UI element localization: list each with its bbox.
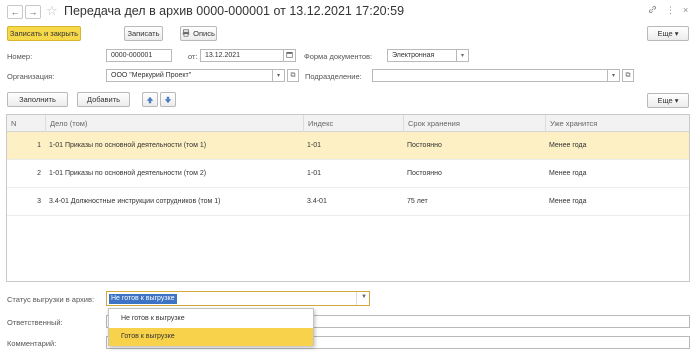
organization-label: Организация: (7, 72, 55, 81)
arrow-up-icon (146, 96, 154, 103)
row-term: 75 лет (407, 198, 428, 205)
row-index: 1-01 (307, 142, 322, 149)
row-case: 1-01 Приказы по основной деятельности (т… (49, 142, 207, 149)
comment-label: Комментарий: (7, 339, 57, 348)
window-title: Передача дел в архив 0000-000001 от 13.1… (64, 4, 405, 18)
date-label: от: (188, 52, 198, 61)
forward-button[interactable]: → (25, 5, 41, 19)
more-menu-icon[interactable]: ⋮ (666, 5, 675, 16)
row-index: 1-01 (307, 170, 322, 177)
link-icon[interactable] (648, 5, 657, 16)
chevron-down-icon: ▾ (611, 73, 615, 79)
row-number: 1 (37, 142, 41, 149)
back-button[interactable]: ← (7, 5, 23, 19)
cases-table: N Дело (том) Индекс Срок хранения Уже хр… (6, 114, 690, 282)
arrow-right-icon: → (28, 7, 38, 17)
status-dropdown-list: Не готов к выгрузке Готов к выгрузке (108, 308, 314, 346)
status-select[interactable]: Не готов к выгрузке ▼ (106, 291, 370, 306)
arrow-down-icon (164, 96, 172, 103)
number-field[interactable]: 0000-000001 (106, 49, 172, 62)
divider (356, 292, 357, 305)
organization-dropdown-button[interactable]: ▾ (273, 69, 285, 82)
row-number: 3 (37, 198, 41, 205)
column-header-index[interactable]: Индекс (303, 115, 403, 132)
row-number: 2 (37, 170, 41, 177)
calendar-button[interactable] (284, 49, 296, 62)
dropdown-option-ready[interactable]: Готов к выгрузке (109, 328, 313, 346)
status-value: Не готов к выгрузке (109, 294, 177, 304)
open-link-icon: ⧉ (625, 71, 631, 79)
row-stored: Менее года (549, 170, 587, 177)
save-and-close-button[interactable]: Записать и закрыть (7, 26, 81, 41)
printer-icon (182, 28, 190, 39)
organization-open-button[interactable]: ⧉ (287, 69, 299, 82)
responsible-label: Ответственный: (7, 318, 63, 327)
column-header-n[interactable]: N (7, 115, 45, 132)
row-term: Постоянно (407, 142, 442, 149)
row-index: 3.4-01 (307, 198, 327, 205)
number-label: Номер: (7, 52, 33, 61)
table-more-button[interactable]: Еще ▾ (647, 93, 689, 108)
column-header-case[interactable]: Дело (том) (45, 115, 303, 132)
inventory-label: Опись (193, 29, 215, 38)
doc-form-field[interactable]: Электронная (387, 49, 457, 62)
add-button[interactable]: Добавить (77, 92, 130, 107)
fill-button[interactable]: Заполнить (7, 92, 68, 107)
column-header-term[interactable]: Срок хранения (403, 115, 545, 132)
department-label: Подразделение: (305, 72, 362, 81)
row-term: Постоянно (407, 170, 442, 177)
chevron-down-icon: ▾ (276, 73, 280, 79)
organization-field[interactable]: ООО "Меркурий Проект" (106, 69, 273, 82)
close-icon[interactable]: × (683, 5, 688, 15)
inventory-button[interactable]: Опись (180, 26, 217, 41)
table-header: N Дело (том) Индекс Срок хранения Уже хр… (7, 115, 689, 132)
status-label: Статус выгрузки в архив: (7, 295, 95, 304)
arrow-left-icon: ← (10, 7, 20, 17)
dropdown-option-not-ready[interactable]: Не готов к выгрузке (109, 310, 313, 328)
column-header-stored[interactable]: Уже хранится (545, 115, 691, 132)
more-button[interactable]: Еще ▾ (647, 26, 689, 41)
row-stored: Менее года (549, 198, 587, 205)
chevron-down-icon: ▾ (460, 53, 464, 59)
table-row[interactable]: 1 1-01 Приказы по основной деятельности … (7, 132, 689, 160)
doc-form-dropdown-button[interactable]: ▾ (457, 49, 469, 62)
open-link-icon: ⧉ (290, 71, 296, 79)
save-button[interactable]: Записать (124, 26, 163, 41)
move-up-button[interactable] (142, 92, 158, 107)
calendar-icon (286, 51, 293, 60)
chevron-down-icon[interactable]: ▼ (361, 294, 367, 300)
date-field[interactable]: 13.12.2021 (200, 49, 284, 62)
table-row[interactable]: 3 3.4-01 Должностные инструкции сотрудни… (7, 188, 689, 216)
department-dropdown-button[interactable]: ▾ (608, 69, 620, 82)
row-case: 1-01 Приказы по основной деятельности (т… (49, 170, 207, 177)
favorite-star-icon[interactable]: ☆ (46, 3, 58, 19)
move-down-button[interactable] (160, 92, 176, 107)
department-open-button[interactable]: ⧉ (622, 69, 634, 82)
row-stored: Менее года (549, 142, 587, 149)
department-field[interactable] (372, 69, 608, 82)
table-row[interactable]: 2 1-01 Приказы по основной деятельности … (7, 160, 689, 188)
doc-form-label: Форма документов: (304, 52, 373, 61)
row-case: 3.4-01 Должностные инструкции сотруднико… (49, 198, 221, 205)
